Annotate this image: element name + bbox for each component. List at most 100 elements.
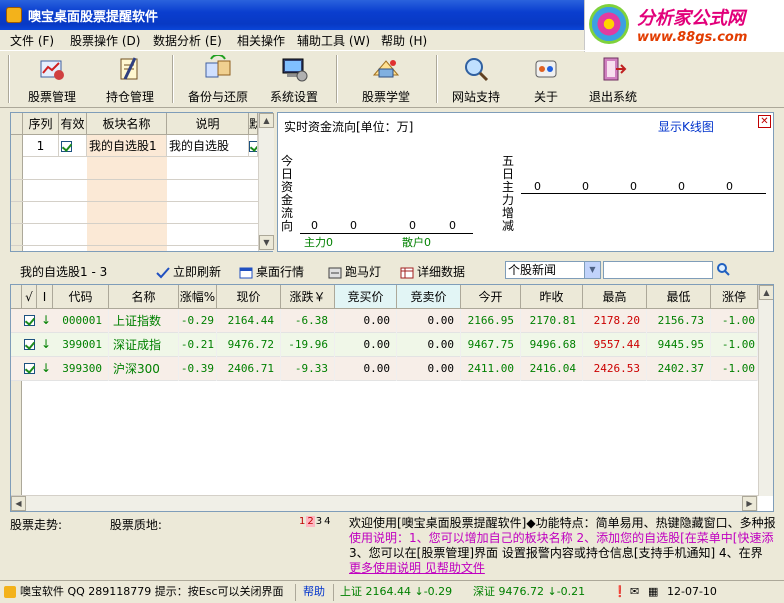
today-value: 0: [449, 219, 456, 232]
flower-logo-icon: [589, 4, 629, 44]
col-pct-header[interactable]: 涨幅%: [179, 285, 217, 309]
web-support-button[interactable]: 网站支持: [444, 53, 508, 105]
news-select[interactable]: 个股新闻 ▼: [505, 261, 601, 279]
col-name-header[interactable]: 名称: [109, 285, 179, 309]
notice-line: 使用说明：1、您可以增加自己的板块名称 2、添加您的自选股[在菜单中[快速添: [349, 531, 774, 545]
stock-ask: 0.00: [397, 357, 461, 381]
position-manage-icon: [120, 57, 138, 80]
list-toolbar: 我的自选股1 - 3 立即刷新 桌面行情 跑马灯 详细数据 个股新闻 ▼: [10, 258, 774, 282]
checkmark-icon: [24, 339, 35, 350]
stock-pct: -0.21: [179, 333, 217, 357]
stock-high: 2178.20: [583, 309, 647, 333]
block-default-checkbox[interactable]: [249, 135, 258, 157]
app-icon: [4, 586, 16, 598]
fund-flow-panel: 实时资金流向[单位：万] 显示K线图 ✕ 今日资金流向 0 0 0 0 主力0 …: [277, 112, 774, 252]
menu-data-analysis[interactable]: 数据分析 (E): [153, 32, 222, 49]
stock-name: 沪深300: [109, 357, 179, 381]
main-force-label: 主力0: [304, 236, 333, 249]
desktop-quote-button[interactable]: 桌面行情: [239, 263, 304, 280]
page-2[interactable]: 2: [306, 516, 315, 527]
menu-help[interactable]: 帮助 (H): [381, 32, 427, 49]
marquee-button[interactable]: 跑马灯: [328, 263, 381, 280]
col-open-header[interactable]: 今开: [461, 285, 521, 309]
col-code-header[interactable]: 代码: [53, 285, 109, 309]
page-3[interactable]: 3: [315, 516, 323, 527]
col-check-header[interactable]: √: [22, 285, 37, 309]
col-i-header[interactable]: I: [37, 285, 53, 309]
stock-school-button[interactable]: 股票学堂: [354, 53, 418, 105]
col-low-header[interactable]: 最低: [647, 285, 711, 309]
refresh-button[interactable]: 立即刷新: [156, 263, 221, 280]
col-default-header[interactable]: 默: [249, 113, 258, 135]
stock-price: 9476.72: [217, 333, 281, 357]
col-block-name-header[interactable]: 板块名称: [87, 113, 167, 135]
scroll-up-icon[interactable]: ▲: [759, 285, 773, 300]
scroll-right-icon[interactable]: ▶: [742, 496, 757, 511]
col-limit-header[interactable]: 涨停: [711, 285, 758, 309]
stock-code: 399001: [53, 333, 109, 357]
trend-label: 股票走势:: [10, 518, 63, 532]
scroll-left-icon[interactable]: ◀: [11, 496, 26, 511]
detail-data-button[interactable]: 详细数据: [400, 263, 465, 280]
menu-stock-ops[interactable]: 股票操作 (D): [70, 32, 140, 49]
help-link[interactable]: 更多使用说明 见帮助文件: [349, 561, 779, 576]
menu-related-ops[interactable]: 相关操作: [237, 32, 285, 49]
stock-info-labels: 股票走势: 股票质地:: [10, 516, 162, 533]
col-change-header[interactable]: 涨跌￥: [281, 285, 335, 309]
row-checkbox[interactable]: [24, 337, 35, 351]
five-day-value: 0: [534, 180, 541, 193]
position-manage-button[interactable]: 持仓管理: [98, 53, 162, 105]
five-day-value: 0: [678, 180, 685, 193]
stock-name: 深证成指: [109, 333, 179, 357]
alert-icon[interactable]: ❗: [613, 581, 627, 603]
row-checkbox[interactable]: [24, 313, 35, 327]
stock-change: -9.33: [281, 357, 335, 381]
grid-line: [11, 179, 258, 180]
row-checkbox[interactable]: [24, 361, 35, 375]
chevron-down-icon[interactable]: ▼: [584, 262, 600, 278]
col-valid-header[interactable]: 有效: [59, 113, 87, 135]
stock-price: 2164.44: [217, 309, 281, 333]
col-high-header[interactable]: 最高: [583, 285, 647, 309]
scroll-up-icon[interactable]: ▲: [259, 113, 274, 128]
school-icon: [372, 60, 400, 78]
show-kline-link[interactable]: 显示K线图: [658, 118, 714, 135]
stock-change: -19.96: [281, 333, 335, 357]
about-button[interactable]: 关于: [514, 53, 578, 105]
col-bid-header[interactable]: 竞买价: [335, 285, 397, 309]
col-desc-header[interactable]: 说明: [167, 113, 249, 135]
down-arrow-icon: ↓: [41, 337, 52, 351]
page-4[interactable]: 4: [323, 516, 331, 527]
menu-tools[interactable]: 辅助工具 (W): [297, 32, 370, 49]
scroll-down-icon[interactable]: ▼: [259, 235, 274, 250]
close-icon[interactable]: ✕: [758, 115, 771, 128]
stock-prev-close: 2416.04: [521, 357, 583, 381]
col-ask-header[interactable]: 竞卖价: [397, 285, 461, 309]
stock-high: 9557.44: [583, 333, 647, 357]
stock-prev-close: 2170.81: [521, 309, 583, 333]
menu-file[interactable]: 文件 (F): [10, 32, 54, 49]
menu-bar: 文件 (F) 股票操作 (D) 数据分析 (E) 相关操作 辅助工具 (W) 帮…: [0, 30, 590, 50]
today-value: 0: [311, 219, 318, 232]
app-icon: [6, 7, 22, 23]
block-grid-scrollbar[interactable]: ▲ ▼: [258, 113, 274, 251]
brand-logo: 分析家公式网 www.88gs.com: [584, 0, 784, 52]
col-seq-header[interactable]: 序列: [23, 113, 59, 135]
five-day-value: 0: [630, 180, 637, 193]
block-name: 我的自选股1: [87, 135, 167, 157]
block-valid-checkbox[interactable]: [59, 135, 87, 157]
col-indicator-header: [11, 285, 22, 309]
status-help[interactable]: 帮助: [303, 581, 325, 603]
system-settings-button[interactable]: 系统设置: [262, 53, 326, 105]
col-price-header[interactable]: 现价: [217, 285, 281, 309]
stock-table-vscroll[interactable]: ▲: [758, 285, 773, 496]
col-prev-close-header[interactable]: 昨收: [521, 285, 583, 309]
search-icon[interactable]: [716, 262, 730, 276]
exit-system-button[interactable]: 退出系统: [581, 53, 645, 105]
stock-table-hscroll[interactable]: ◀ ▶: [11, 495, 758, 511]
backup-restore-button[interactable]: 备份与还原: [180, 53, 256, 105]
status-bar: 噢宝软件 QQ 289118779 提示：按Esc可以关闭界面 帮助 上证 21…: [0, 580, 784, 603]
stock-manage-button[interactable]: 股票管理: [20, 53, 84, 105]
mail-icon[interactable]: ✉: [630, 581, 639, 603]
search-input[interactable]: [603, 261, 713, 279]
